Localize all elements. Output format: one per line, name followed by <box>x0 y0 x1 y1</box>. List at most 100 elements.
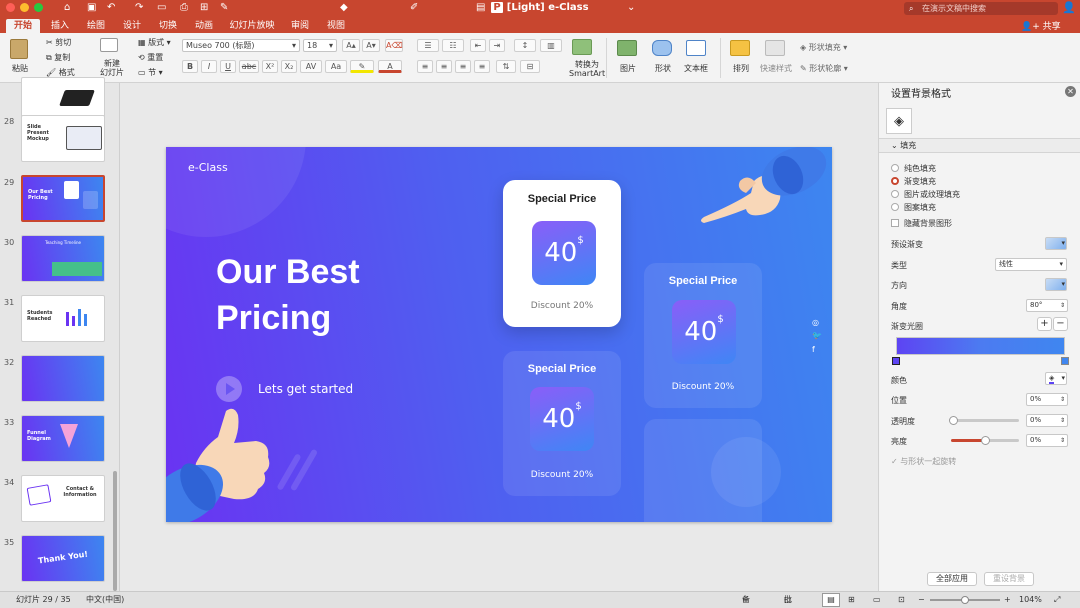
paste-button-label[interactable]: 粘贴 <box>12 63 28 74</box>
increase-indent-button[interactable]: ⇥ <box>489 39 505 52</box>
thumbs-up-hand-illustration[interactable] <box>166 397 284 522</box>
slide-thumbnail-34[interactable]: Contact & Information <box>21 475 105 522</box>
highlight-button[interactable]: ✎ <box>350 60 374 73</box>
language-indicator[interactable]: 中文(中国) <box>86 592 124 608</box>
tab-insert[interactable]: 插入 <box>44 19 76 33</box>
columns-button[interactable]: ▥ <box>540 39 562 52</box>
gradient-stop-handle[interactable] <box>892 357 900 365</box>
arrange-icon[interactable] <box>730 40 750 56</box>
slide-thumbnail-33[interactable]: Funnel Diagram <box>21 415 105 462</box>
slide-thumbnail-panel[interactable]: 28 Slide Present Mockup 29 Our Best Pric… <box>0 77 120 591</box>
tab-animations[interactable]: 动画 <box>188 19 220 33</box>
instagram-icon[interactable]: ◎ <box>812 318 819 327</box>
search-input[interactable]: ⌕ 在演示文稿中搜索 <box>904 2 1058 15</box>
convert-smartart-button[interactable]: 转换为 SmartArt <box>569 60 605 78</box>
color-picker-button[interactable]: ◈ ▾ <box>1045 372 1067 385</box>
thumbnail-scrollbar[interactable] <box>113 471 117 591</box>
slideshow-icon[interactable]: ⊡ <box>898 592 905 608</box>
align-left-button[interactable]: ≡ <box>417 60 433 73</box>
slide-logo[interactable]: e-Class <box>188 161 228 174</box>
zoom-level[interactable]: 104% <box>1019 592 1042 608</box>
apply-to-all-button[interactable]: 全部应用 <box>927 572 977 586</box>
rotate-with-shape-checkbox[interactable]: ✓ 与形状一起旋转 <box>891 456 956 467</box>
slide-thumbnail-30[interactable]: Teaching Timeline <box>21 235 105 282</box>
italic-button[interactable]: I <box>201 60 217 73</box>
twitter-icon[interactable]: 🐦 <box>812 331 822 340</box>
transparency-input[interactable]: 0% ⇕ <box>1026 414 1068 427</box>
slide-29[interactable]: e-Class Our Best Pricing Lets get started… <box>166 147 832 522</box>
direction-select[interactable]: ▾ <box>1045 278 1067 291</box>
pattern-fill-radio[interactable] <box>891 203 899 211</box>
bold-button[interactable]: B <box>182 60 198 73</box>
tab-draw[interactable]: 绘图 <box>80 19 112 33</box>
textbox-icon[interactable] <box>686 40 706 56</box>
clear-format-button[interactable]: A⌫ <box>385 39 403 52</box>
pricing-card[interactable]: Special Price 40$ Discount 20% <box>503 351 621 496</box>
tab-slideshow[interactable]: 幻灯片放映 <box>226 19 278 33</box>
tab-home[interactable]: 开始 <box>6 19 40 33</box>
picture-fill-radio[interactable] <box>891 190 899 198</box>
brightness-slider-knob[interactable] <box>981 436 990 445</box>
decrease-font-button[interactable]: A▾ <box>362 39 380 52</box>
text-direction-button[interactable]: ⇅ <box>496 60 516 73</box>
gradient-type-select[interactable]: 线性 ▾ <box>995 258 1067 271</box>
new-slide-button[interactable]: 新建 幻灯片 <box>100 59 124 77</box>
cta-text[interactable]: Lets get started <box>258 382 353 396</box>
zoom-in-button[interactable]: + <box>1004 592 1011 608</box>
shape-outline-button[interactable]: ✎ 形状轮廓 ▾ <box>800 63 848 74</box>
transparency-slider[interactable] <box>953 419 1019 422</box>
hide-background-checkbox[interactable] <box>891 219 899 227</box>
solid-fill-radio[interactable] <box>891 164 899 172</box>
zoom-slider-knob[interactable] <box>961 596 969 604</box>
slide-thumbnail-29[interactable]: Our Best Pricing <box>21 175 105 222</box>
font-name-select[interactable]: Museo 700 (标题) ▾ <box>182 39 300 52</box>
reset-background-button[interactable]: 重设背景 <box>984 572 1034 586</box>
align-text-button[interactable]: ⊟ <box>520 60 540 73</box>
brightness-input[interactable]: 0% ⇕ <box>1026 434 1068 447</box>
pricing-card[interactable]: Special Price 40$ Discount 20% <box>644 263 762 408</box>
font-size-select[interactable]: 18 ▾ <box>303 39 337 52</box>
fill-section-header[interactable]: ⌄ 填充 <box>879 138 1080 153</box>
picture-icon[interactable] <box>617 40 637 56</box>
zoom-out-button[interactable]: − <box>918 592 925 608</box>
slide-thumbnail-35[interactable]: Thank You! <box>21 535 105 582</box>
char-spacing-button[interactable]: AV <box>300 60 322 73</box>
superscript-button[interactable]: X² <box>262 60 278 73</box>
close-icon[interactable]: ✕ <box>1065 86 1076 97</box>
quick-styles-button-label[interactable]: 快速样式 <box>760 63 792 74</box>
align-center-button[interactable]: ≡ <box>436 60 452 73</box>
underline-button[interactable]: U <box>220 60 236 73</box>
new-slide-icon[interactable] <box>100 38 118 52</box>
slide-headline[interactable]: Our Best Pricing <box>216 249 360 341</box>
pointing-hand-illustration[interactable] <box>696 147 832 233</box>
fit-slide-icon[interactable]: ⤢ <box>1054 592 1060 608</box>
change-case-button[interactable]: Aa <box>325 60 347 73</box>
tab-design[interactable]: 设计 <box>116 19 148 33</box>
transparency-slider-knob[interactable] <box>949 416 958 425</box>
pricing-card[interactable]: Special Price 40$ Discount 20% <box>503 180 621 327</box>
angle-input[interactable]: 80° ⇕ <box>1026 299 1068 312</box>
subscript-button[interactable]: X₂ <box>281 60 297 73</box>
textbox-button-label[interactable]: 文本框 <box>684 63 708 74</box>
slide-thumbnail-28[interactable]: Slide Present Mockup <box>21 115 105 162</box>
layout-button[interactable]: ▦ 版式 ▾ <box>138 37 171 48</box>
decrease-indent-button[interactable]: ⇤ <box>470 39 486 52</box>
align-right-button[interactable]: ≡ <box>455 60 471 73</box>
facebook-icon[interactable]: f <box>812 345 815 354</box>
reading-view-icon[interactable]: ▭ <box>873 592 881 608</box>
strikethrough-button[interactable]: abc <box>239 60 259 73</box>
shape-button-label[interactable]: 形状 <box>655 63 671 74</box>
share-button[interactable]: 👤+ 共享 <box>1021 19 1061 32</box>
gradient-stop-handle[interactable] <box>1061 357 1069 365</box>
increase-font-button[interactable]: A▴ <box>342 39 360 52</box>
slide-thumbnail-31[interactable]: Students Reached <box>21 295 105 342</box>
font-color-button[interactable]: A <box>378 60 402 73</box>
tab-transitions[interactable]: 切换 <box>152 19 184 33</box>
copy-button[interactable]: ⧉ 复制 <box>46 52 70 63</box>
tab-review[interactable]: 审阅 <box>284 19 316 33</box>
justify-button[interactable]: ≡ <box>474 60 490 73</box>
remove-stop-button[interactable]: − <box>1053 317 1068 331</box>
slide-thumbnail-32[interactable] <box>21 355 105 402</box>
gradient-fill-radio[interactable] <box>891 177 899 185</box>
position-input[interactable]: 0% ⇕ <box>1026 393 1068 406</box>
